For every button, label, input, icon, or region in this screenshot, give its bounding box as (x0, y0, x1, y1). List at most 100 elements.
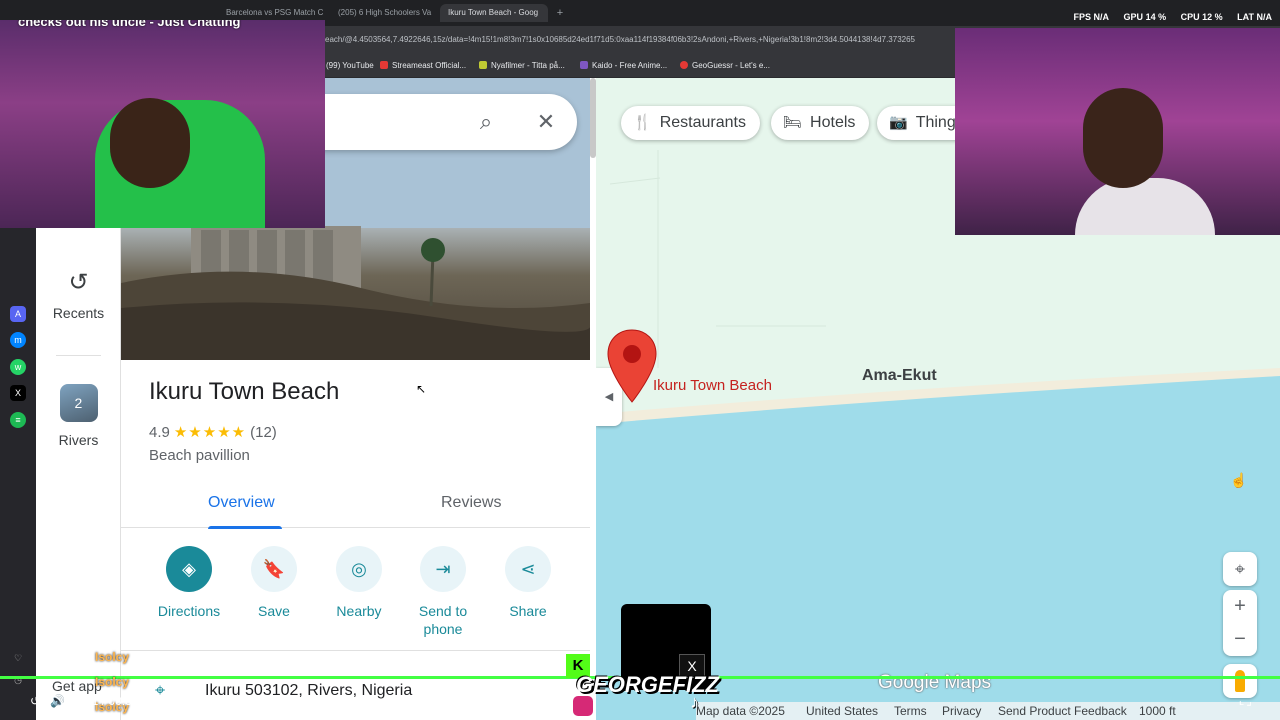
chat-username: Isolcy (95, 650, 130, 664)
whatsapp-icon[interactable]: w (10, 359, 26, 375)
close-icon[interactable]: ✕ (533, 109, 559, 135)
bookmark-youtube[interactable]: (99) YouTube (326, 61, 374, 70)
browser-tab[interactable]: (205) 6 High Schoolers Va (330, 4, 434, 22)
bookmark-label: GeoGuessr - Let's e... (692, 61, 771, 70)
tiktok-icon: ♪ (690, 692, 699, 712)
share-button[interactable]: ⋖ Share (488, 546, 568, 620)
x-icon[interactable]: X (10, 385, 26, 401)
area-label[interactable]: Ama-Ekut (862, 367, 937, 385)
camera-icon: 📷 (889, 114, 908, 131)
map-pin-icon[interactable] (606, 328, 658, 404)
share-icon: ⋖ (505, 546, 551, 592)
lat-label: LAT (1237, 12, 1254, 22)
search-icon[interactable]: ⌕ (473, 109, 499, 135)
video-player-controls[interactable]: ↺ 🔊 00:31 / 00:31 (30, 694, 138, 708)
review-count[interactable]: (12) (250, 424, 277, 441)
bookmark-nyafilmer[interactable]: Nyafilmer - Titta på... (479, 61, 565, 70)
nyafilmer-icon (479, 61, 487, 69)
send-to-phone-button[interactable]: ⇥ Send to phone (403, 546, 483, 638)
bookmark-streameast[interactable]: Streameast Official... (380, 61, 466, 70)
country-link[interactable]: United States (806, 704, 878, 718)
action-buttons: ◈ Directions 🔖 Save ◎ Nearby ⇥ Send to p… (121, 546, 590, 646)
star-rating-icon: ★★★★★ (173, 424, 247, 441)
active-tab-indicator (208, 526, 282, 529)
scale-label[interactable]: 1000 ft (1139, 704, 1176, 718)
fps-label: FPS (1073, 12, 1091, 22)
address-row[interactable]: ⌖ Ikuru 503102, Rivers, Nigeria (121, 674, 590, 710)
tab-reviews[interactable]: Reviews (441, 494, 501, 512)
restaurants-chip[interactable]: 🍴 Restaurants (621, 106, 760, 140)
directions-icon: ◈ (166, 546, 212, 592)
browser-tab-active[interactable]: Ikuru Town Beach - Goog (440, 4, 548, 22)
search-box[interactable]: ⌕ ✕ (291, 94, 577, 150)
lat-value: N/A (1256, 12, 1273, 22)
performance-overlay: FPS N/A GPU 14 % CPU 12 % LAT N/A (1061, 12, 1272, 22)
browser-side-panel: A m w X ≡ ♡ ◷ (0, 228, 36, 720)
rail-divider (56, 355, 101, 356)
replay-icon[interactable]: ↺ (30, 694, 40, 708)
bookmark-geoguessr[interactable]: GeoGuessr - Let's e... (680, 61, 770, 70)
bookmark-kaido[interactable]: Kaido - Free Anime... (580, 61, 667, 70)
hotels-chip[interactable]: 🛏 Hotels (771, 106, 870, 140)
zoom-in-button[interactable]: + (1223, 590, 1257, 623)
bookmark-label: Nyafilmer - Titta på... (491, 61, 565, 70)
gpu-label: GPU (1123, 12, 1144, 22)
recents-label: Recents (52, 305, 105, 321)
history-icon: ↺ (68, 269, 89, 296)
panel-divider (121, 650, 590, 651)
webcam-overlay-right (955, 28, 1280, 235)
directions-label: Directions (157, 603, 221, 619)
streameast-icon (380, 61, 388, 69)
place-category[interactable]: Beach pavillion (149, 447, 250, 464)
send-to-phone-icon: ⇥ (420, 546, 466, 592)
messenger-icon[interactable]: m (10, 332, 26, 348)
person-right (1075, 178, 1215, 235)
pin-label[interactable]: Ikuru Town Beach (653, 377, 772, 394)
rivers-thumbnail: 2 (59, 384, 98, 422)
tab-overview[interactable]: Overview (208, 494, 275, 512)
place-tabs: Overview Reviews (121, 482, 590, 529)
my-location-button[interactable]: ⌖ (1223, 552, 1257, 586)
kaido-icon (580, 61, 588, 69)
nearby-label: Nearby (336, 603, 382, 619)
rating-row[interactable]: 4.9 ★★★★★ (12) (149, 423, 277, 441)
place-address[interactable]: Ikuru 503102, Rivers, Nigeria (205, 682, 412, 700)
zoom-out-button[interactable]: − (1223, 623, 1257, 656)
instagram-icon (573, 696, 593, 716)
save-button[interactable]: 🔖 Save (234, 546, 314, 620)
new-tab-icon[interactable]: + (552, 4, 568, 22)
recents-button[interactable]: ↺ Recents (36, 268, 121, 321)
bookmark-icon: 🔖 (251, 546, 297, 592)
person-right-head (1083, 88, 1163, 188)
rivers-count-badge: 2 (74, 395, 83, 411)
webcam-overlay-left: checks out his uncle - Just Chatting (0, 20, 325, 228)
save-label: Save (258, 603, 290, 619)
arrow-cursor-icon: ↖ (416, 382, 427, 396)
app-launcher-icon[interactable]: A (10, 306, 26, 322)
map-footer: Map data ©2025 United States Terms Priva… (696, 702, 1280, 720)
fullscreen-icon[interactable]: ⛶ (1240, 692, 1251, 710)
stream-title: checks out his uncle - Just Chatting (18, 20, 241, 29)
rivers-label: Rivers (58, 432, 99, 448)
privacy-link[interactable]: Privacy (942, 704, 981, 718)
directions-button[interactable]: ◈ Directions (149, 546, 229, 620)
nearby-button[interactable]: ◎ Nearby (319, 546, 399, 620)
recent-rivers-button[interactable]: 2 Rivers (36, 384, 121, 448)
volume-icon[interactable]: 🔊 (50, 694, 65, 708)
restaurants-label: Restaurants (659, 114, 746, 131)
location-pin-icon: ⌖ (155, 680, 166, 700)
bookmark-label: Streameast Official... (392, 61, 467, 70)
url-text[interactable]: each/@4.4503564,7.4922646,15z/data=!4m15… (325, 35, 915, 44)
terms-link[interactable]: Terms (894, 704, 927, 718)
bookmark-label: (99) YouTube (326, 61, 374, 70)
crosshair-icon: ⌖ (1234, 559, 1246, 579)
clock-icon[interactable]: ◷ (10, 672, 26, 688)
feedback-link[interactable]: Send Product Feedback (998, 704, 1127, 718)
zoom-control: + − (1223, 590, 1257, 656)
heart-icon[interactable]: ♡ (10, 650, 26, 666)
spotify-icon[interactable]: ≡ (10, 412, 26, 428)
cpu-value: 12 % (1202, 12, 1223, 22)
bookmark-label: Kaido - Free Anime... (592, 61, 668, 70)
rating-value: 4.9 (149, 424, 170, 441)
hand-cursor-icon: ☝ (1230, 472, 1248, 488)
